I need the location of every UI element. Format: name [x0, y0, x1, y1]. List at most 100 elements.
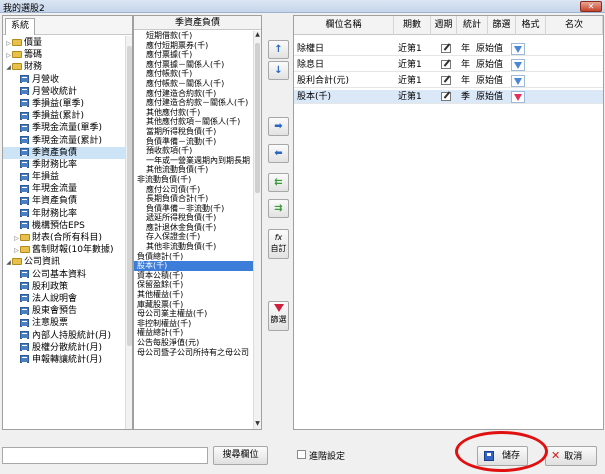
field-item[interactable]: 應付建造合約款－關係人(千) [134, 98, 254, 108]
field-item[interactable]: 負債總計(千) [134, 252, 254, 262]
filter-icon[interactable] [511, 74, 525, 88]
tree-item[interactable]: ◢ 財務 [3, 61, 127, 73]
cycle-cell[interactable]: 年 [461, 42, 470, 56]
stat-cell[interactable]: 原始值 [476, 58, 503, 72]
field-item[interactable]: 庫藏股票(千) [134, 300, 254, 310]
edit-period-icon[interactable] [441, 74, 451, 88]
field-item[interactable]: 資本公積(千) [134, 271, 254, 281]
tree-item[interactable]: 年資產負債 [3, 195, 127, 207]
field-item[interactable]: 遞延所得稅負債(千) [134, 213, 254, 223]
tree-scroll-thumb[interactable] [127, 46, 132, 346]
field-item[interactable]: 應付票據－關係人(千) [134, 60, 254, 70]
grid-column-header[interactable]: 統計 [457, 16, 488, 35]
filter-active-icon[interactable] [511, 90, 525, 104]
field-item[interactable]: 非控制權益(千) [134, 319, 254, 329]
grid-column-header[interactable]: 欄位名稱 [294, 16, 394, 35]
tree-item[interactable]: 季財務比率 [3, 159, 127, 171]
add-field-button[interactable]: ➡ [268, 117, 289, 136]
period-cell[interactable]: 近第1 [398, 58, 422, 72]
scroll-up-icon[interactable]: ▲ [254, 31, 261, 40]
remove-all-button[interactable]: ⇇ [268, 173, 289, 192]
tab-system[interactable]: 系統 [5, 18, 35, 35]
tree-item[interactable]: 公司基本資料 [3, 269, 127, 281]
grid-column-header[interactable]: 格式 [516, 16, 546, 35]
field-item[interactable]: 應付票據(千) [134, 50, 254, 60]
field-item[interactable]: 應計退休金負債(千) [134, 223, 254, 233]
filter-button[interactable]: 篩選 [268, 301, 289, 331]
tree-item[interactable]: 年現金流量 [3, 183, 127, 195]
edit-period-icon[interactable] [441, 58, 451, 72]
tree-item[interactable]: ▷ 籌碼 [3, 49, 127, 61]
advanced-settings-checkbox[interactable] [297, 450, 306, 459]
grid-row[interactable]: 除息日 近第1 年原始值 [294, 58, 603, 72]
grid-row[interactable]: 股利合計(元) 近第1 年原始值 [294, 74, 603, 88]
field-item[interactable]: 長期負債合計(千) [134, 194, 254, 204]
add-all-button[interactable]: ⇉ [268, 199, 289, 218]
grid-row[interactable]: 股本(千) 近第1 季原始值 [294, 90, 603, 104]
field-item[interactable]: 保留盈餘(千) [134, 280, 254, 290]
cancel-button[interactable]: ✕ 取消 [545, 446, 597, 466]
field-item[interactable]: 股本(千) [134, 261, 254, 271]
field-item[interactable]: 權益總計(千) [134, 328, 254, 338]
move-down-button[interactable]: ↓ [268, 61, 289, 80]
tree-item[interactable]: ◢ 公司資訊 [3, 256, 127, 268]
tree-item[interactable]: 季損益(單季) [3, 98, 127, 110]
edit-period-icon[interactable] [441, 42, 451, 56]
tree-item[interactable]: 股東會預告 [3, 305, 127, 317]
field-item[interactable]: 存入保證金(千) [134, 232, 254, 242]
tree-item[interactable]: 季損益(累計) [3, 110, 127, 122]
tree-item[interactable]: 注意股票 [3, 317, 127, 329]
field-item[interactable]: 其他權益(千) [134, 290, 254, 300]
cycle-cell[interactable]: 年 [461, 74, 470, 88]
cycle-cell[interactable]: 季 [461, 90, 470, 104]
tree-item[interactable]: 股權分散統計(月) [3, 342, 127, 354]
field-item[interactable]: 短期借款(千) [134, 31, 254, 41]
period-cell[interactable]: 近第1 [398, 42, 422, 56]
tree-item[interactable]: ▷ 價量 [3, 37, 127, 49]
tree-item[interactable]: 內部人持股統計(月) [3, 330, 127, 342]
field-item[interactable]: 應付短期票券(千) [134, 41, 254, 51]
tree-item[interactable]: 申報轉讓統計(月) [3, 354, 127, 366]
field-item[interactable]: 應付帳款(千) [134, 69, 254, 79]
tree-item[interactable]: 年損益 [3, 171, 127, 183]
remove-field-button[interactable]: ⬅ [268, 144, 289, 163]
tree-item[interactable]: 年財務比率 [3, 208, 127, 220]
move-up-button[interactable]: ↑ [268, 40, 289, 59]
field-item[interactable]: 非流動負債(千) [134, 175, 254, 185]
locate-field-button[interactable]: 搜尋欄位 [213, 446, 268, 465]
grid-column-header[interactable]: 篩選 [488, 16, 516, 35]
edit-period-icon[interactable] [441, 90, 451, 104]
scroll-down-icon[interactable]: ▼ [254, 420, 261, 429]
tree-item[interactable]: 機構預估EPS [3, 220, 127, 232]
tree-item[interactable]: ▷ 財表(合所有科目) [3, 232, 127, 244]
grid-column-header[interactable]: 期數 [394, 16, 431, 35]
custom-formula-button[interactable]: fx 自訂 [268, 229, 289, 259]
period-cell[interactable]: 近第1 [398, 74, 422, 88]
field-item[interactable]: 負債準備－非流動(千) [134, 204, 254, 214]
field-item[interactable]: 當期所得稅負債(千) [134, 127, 254, 137]
tree-item[interactable]: ▷ 舊制財報(10年數據) [3, 244, 127, 256]
field-item[interactable]: 預收款項(千) [134, 146, 254, 156]
field-item[interactable]: 應付建造合約款(千) [134, 89, 254, 99]
field-item[interactable]: 其他應付款項－關係人(千) [134, 117, 254, 127]
close-button[interactable]: ✕ [580, 1, 602, 12]
tree-item[interactable]: 法人說明會 [3, 293, 127, 305]
field-item[interactable]: 負債準備－流動(千) [134, 137, 254, 147]
grid-row[interactable]: 除權日 近第1 年原始值 [294, 42, 603, 56]
stat-cell[interactable]: 原始值 [476, 90, 503, 104]
stat-cell[interactable]: 原始值 [476, 74, 503, 88]
field-search-input[interactable] [2, 447, 208, 464]
tree-item[interactable]: 股利政策 [3, 281, 127, 293]
field-item[interactable]: 其他應付款(千) [134, 108, 254, 118]
grid-column-header[interactable]: 名次 [546, 16, 603, 35]
filter-icon[interactable] [511, 42, 525, 56]
tree-item[interactable]: 季現金流量(累計) [3, 135, 127, 147]
stat-cell[interactable]: 原始值 [476, 42, 503, 56]
field-scroll-thumb[interactable] [255, 43, 260, 193]
field-item[interactable]: 應付帳款－關係人(千) [134, 79, 254, 89]
field-item[interactable]: 其他非流動負債(千) [134, 242, 254, 252]
tree-item[interactable]: 月營收 [3, 74, 127, 86]
tree-item[interactable]: 季現金流量(單季) [3, 122, 127, 134]
cycle-cell[interactable]: 年 [461, 58, 470, 72]
field-item[interactable]: 公告每股淨值(元) [134, 338, 254, 348]
